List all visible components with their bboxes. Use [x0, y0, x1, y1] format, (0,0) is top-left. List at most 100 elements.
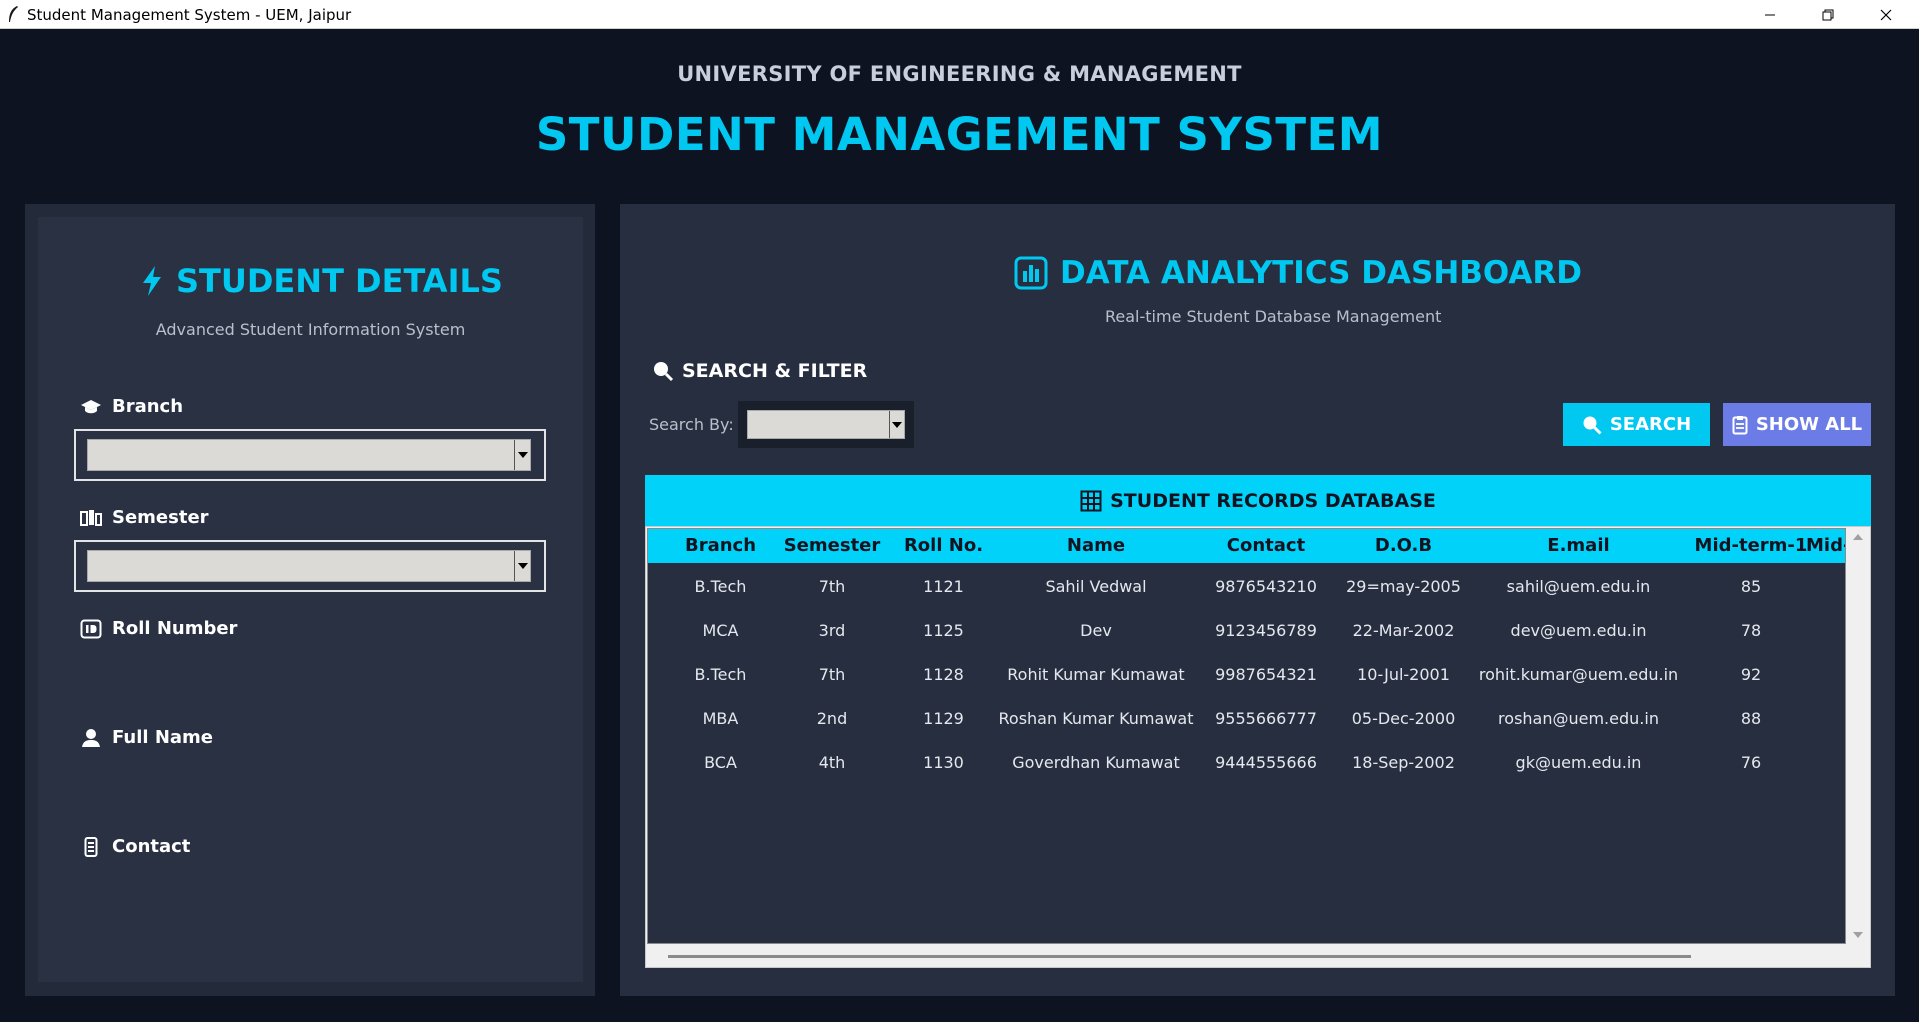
- books-icon: [80, 508, 102, 528]
- full-name-label: Full Name: [80, 727, 213, 748]
- semester-label-text: Semester: [112, 507, 209, 528]
- semester-label: Semester: [80, 507, 209, 528]
- dashboard-subtitle: Real-time Student Database Management: [1105, 307, 1442, 326]
- window-title-bar: Student Management System - UEM, Jaipur: [0, 0, 1919, 29]
- close-button[interactable]: [1857, 0, 1915, 29]
- cell-semester: 7th: [818, 577, 846, 596]
- chevron-down-icon[interactable]: [514, 440, 530, 470]
- lightning-icon: [143, 266, 161, 296]
- records-table[interactable]: Branch Semester Roll No. Name Contact D.…: [647, 528, 1846, 944]
- search-by-label: Search By:: [649, 415, 734, 434]
- bar-chart-icon: [1014, 256, 1048, 290]
- cell-dob: 22-Mar-2002: [1352, 621, 1455, 640]
- cell-contact: 9444555666: [1215, 753, 1317, 772]
- search-by-combobox[interactable]: [747, 410, 905, 439]
- horizontal-scrollbar[interactable]: [647, 946, 1846, 966]
- column-header-mid-term-2[interactable]: Mid-: [1806, 529, 1845, 563]
- cell-contact: 9555666777: [1215, 709, 1317, 728]
- vertical-scrollbar[interactable]: [1846, 528, 1869, 944]
- cell-email: gk@uem.edu.in: [1515, 753, 1642, 772]
- roll-number-label: Roll Number: [80, 618, 237, 639]
- table-row[interactable]: MCA 3rd 1125 Dev 9123456789 22-Mar-2002 …: [648, 609, 1845, 653]
- cell-name: Goverdhan Kumawat: [1012, 753, 1180, 772]
- cell-semester: 3rd: [818, 621, 846, 640]
- search-button-label: SEARCH: [1609, 414, 1692, 435]
- dashboard-title: DATA ANALYTICS DASHBOARD: [1060, 255, 1583, 291]
- horizontal-scroll-thumb[interactable]: [668, 955, 1691, 958]
- contact-label-text: Contact: [112, 836, 191, 857]
- restore-icon: [1822, 9, 1834, 20]
- search-filter-title: SEARCH & FILTER: [682, 360, 868, 382]
- show-all-button-label: SHOW ALL: [1755, 414, 1863, 435]
- table-row[interactable]: B.Tech 7th 1121 Sahil Vedwal 9876543210 …: [648, 565, 1845, 609]
- feather-icon: [9, 6, 18, 22]
- column-header-roll-no[interactable]: Roll No.: [891, 529, 996, 563]
- cell-name: Rohit Kumar Kumawat: [1007, 665, 1185, 684]
- id-card-icon: [80, 619, 102, 639]
- cell-branch: MBA: [702, 709, 739, 728]
- table-row[interactable]: BCA 4th 1130 Goverdhan Kumawat 944455566…: [648, 741, 1845, 785]
- cell-roll-no: 1121: [923, 577, 964, 596]
- semester-combobox-frame: [74, 540, 546, 592]
- app-title: STUDENT MANAGEMENT SYSTEM: [535, 108, 1384, 161]
- contact-label: Contact: [80, 836, 190, 857]
- cell-mid-term-1: 88: [1740, 709, 1762, 728]
- column-header-branch[interactable]: Branch: [668, 529, 773, 563]
- cell-email: dev@uem.edu.in: [1510, 621, 1647, 640]
- restore-button[interactable]: [1799, 0, 1857, 29]
- cell-semester: 4th: [818, 753, 846, 772]
- grid-table-icon: [1080, 490, 1102, 512]
- cell-dob: 05-Dec-2000: [1351, 709, 1456, 728]
- branch-label-text: Branch: [112, 396, 184, 417]
- cell-semester: 7th: [818, 665, 846, 684]
- university-title: UNIVERSITY OF ENGINEERING & MANAGEMENT: [677, 62, 1242, 86]
- branch-combobox-frame: [74, 429, 546, 481]
- search-icon: [654, 362, 674, 382]
- search-by-combobox-frame: [738, 401, 914, 448]
- search-button[interactable]: SEARCH: [1563, 403, 1710, 446]
- semester-combobox[interactable]: [87, 550, 531, 582]
- cell-semester: 2nd: [816, 709, 848, 728]
- cell-contact: 9987654321: [1215, 665, 1317, 684]
- student-details-title: STUDENT DETAILS: [176, 262, 503, 300]
- close-icon: [1880, 9, 1892, 20]
- cell-mid-term-1: 78: [1740, 621, 1762, 640]
- cell-contact: 9876543210: [1215, 577, 1317, 596]
- scroll-up-icon[interactable]: [1853, 534, 1863, 540]
- cell-dob: 18-Sep-2002: [1352, 753, 1455, 772]
- branch-label: Branch: [80, 396, 183, 417]
- cell-contact: 9123456789: [1215, 621, 1317, 640]
- cell-name: Roshan Kumar Kumawat: [998, 709, 1194, 728]
- column-header-name[interactable]: Name: [996, 529, 1196, 563]
- scroll-down-icon[interactable]: [1853, 932, 1863, 938]
- clipboard-icon: [1732, 415, 1748, 435]
- student-details-subtitle: Advanced Student Information System: [155, 320, 466, 339]
- cell-email: roshan@uem.edu.in: [1498, 709, 1659, 728]
- column-header-semester[interactable]: Semester: [773, 529, 891, 563]
- dashboard-heading: DATA ANALYTICS DASHBOARD: [1014, 255, 1582, 291]
- column-header-dob[interactable]: D.O.B: [1336, 529, 1471, 563]
- cell-roll-no: 1128: [923, 665, 964, 684]
- search-icon: [1582, 415, 1602, 435]
- cell-name: Sahil Vedwal: [1045, 577, 1147, 596]
- minimize-icon: [1765, 14, 1775, 15]
- minimize-button[interactable]: [1741, 0, 1799, 29]
- search-filter-heading: SEARCH & FILTER: [652, 360, 867, 382]
- column-header-mid-term-1[interactable]: Mid-term-1: [1686, 529, 1816, 563]
- cell-branch: BCA: [704, 753, 737, 772]
- full-name-label-text: Full Name: [112, 727, 213, 748]
- cell-email: rohit.kumar@uem.edu.in: [1478, 665, 1679, 684]
- cell-branch: B.Tech: [694, 665, 747, 684]
- column-header-contact[interactable]: Contact: [1196, 529, 1336, 563]
- cell-mid-term-1: 85: [1740, 577, 1762, 596]
- records-header-bar: STUDENT RECORDS DATABASE: [645, 475, 1871, 526]
- chevron-down-icon[interactable]: [514, 551, 530, 581]
- table-row[interactable]: MBA 2nd 1129 Roshan Kumar Kumawat 955566…: [648, 697, 1845, 741]
- table-header-row: Branch Semester Roll No. Name Contact D.…: [648, 529, 1845, 563]
- records-title: STUDENT RECORDS DATABASE: [1110, 489, 1436, 512]
- table-row[interactable]: B.Tech 7th 1128 Rohit Kumar Kumawat 9987…: [648, 653, 1845, 697]
- column-header-email[interactable]: E.mail: [1471, 529, 1686, 563]
- branch-combobox[interactable]: [87, 439, 531, 471]
- chevron-down-icon[interactable]: [889, 411, 904, 438]
- show-all-button[interactable]: SHOW ALL: [1723, 403, 1871, 446]
